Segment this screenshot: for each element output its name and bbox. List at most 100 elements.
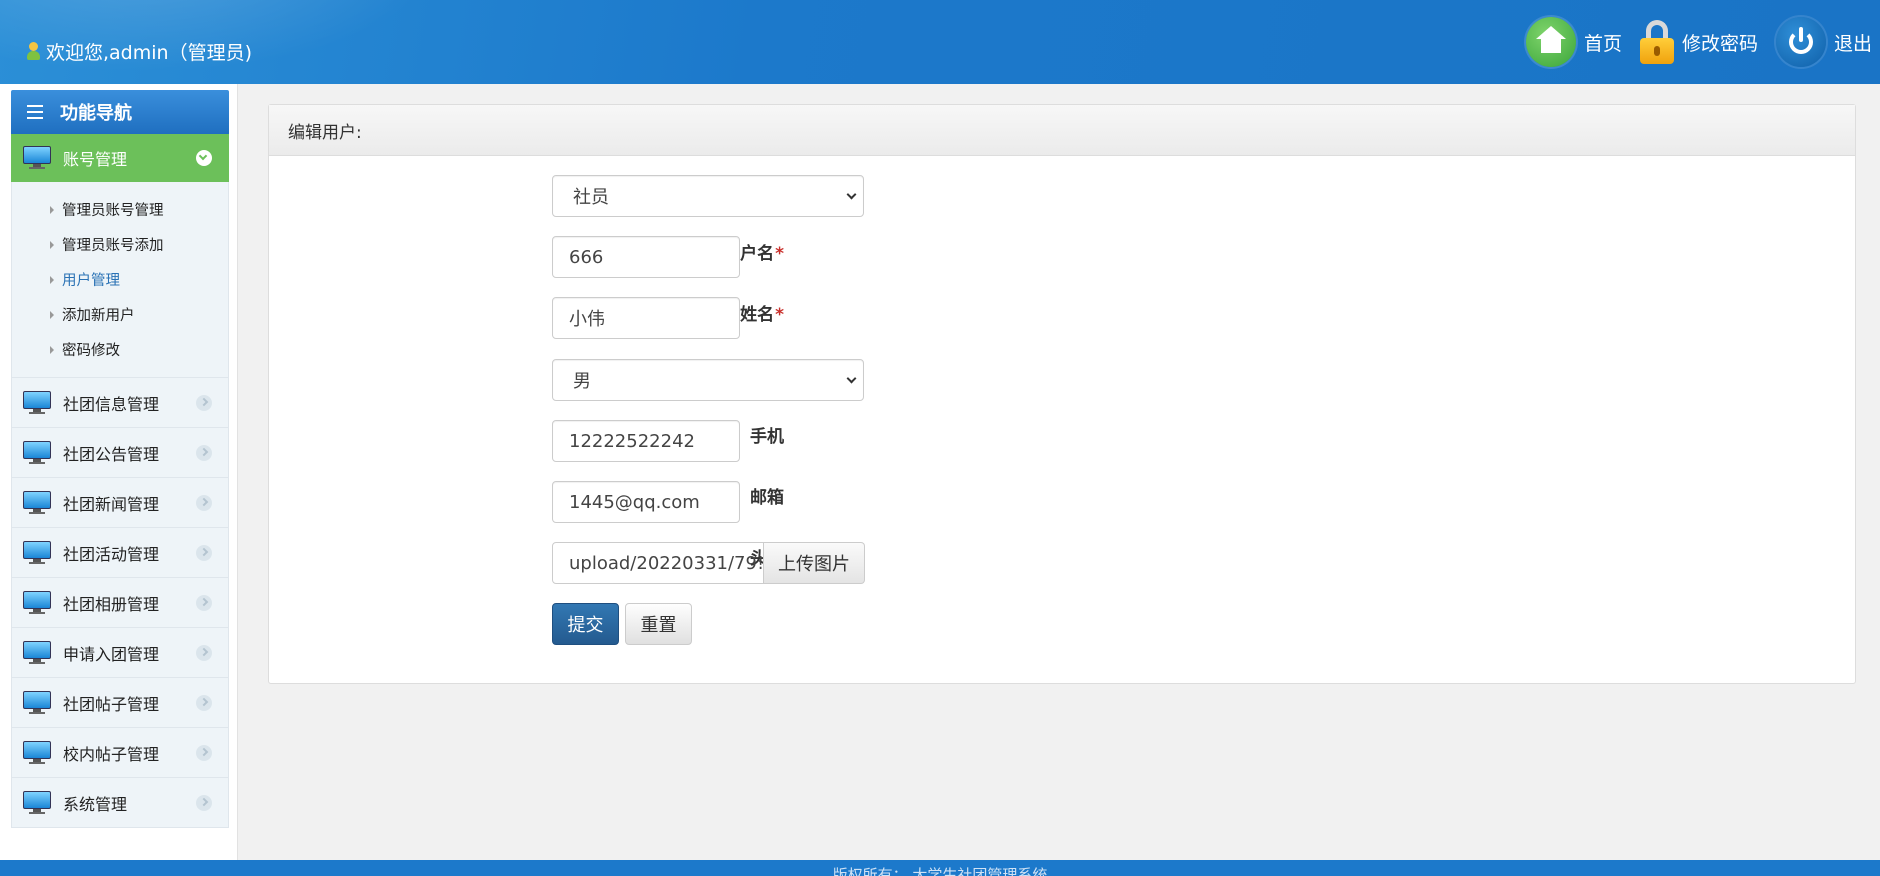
monitor-icon <box>23 390 51 415</box>
top-header: 欢迎您,admin（管理员) 首页 修改密码 退出 <box>0 0 1880 84</box>
footer: 版权所有： 大学生社团管理系统 <box>0 860 1880 876</box>
email-value: 1445@qq.com <box>569 491 700 513</box>
sidebar-item-change-password[interactable]: 密码修改 <box>12 332 228 367</box>
sidebar-item-add-admin[interactable]: 管理员账号添加 <box>12 227 228 262</box>
chevron-down-icon <box>846 373 857 384</box>
chevron-down-icon <box>846 189 857 200</box>
chevron-right-icon <box>196 544 212 561</box>
sidebar-group-label: 社团帖子管理 <box>63 694 160 714</box>
top-nav: 首页 修改密码 退出 <box>1508 14 1872 70</box>
footer-copyright: 版权所有： 大学生社团管理系统 <box>832 866 1048 876</box>
chevron-right-icon <box>196 644 212 661</box>
list-icon <box>27 105 43 119</box>
submit-button[interactable]: 提交 <box>552 603 619 645</box>
user-icon <box>26 42 40 60</box>
sidebar-group-club-notice[interactable]: 社团公告管理 <box>11 428 229 478</box>
sidebar-group-label: 社团信息管理 <box>63 394 160 414</box>
sidebar-group-label: 社团活动管理 <box>63 544 160 564</box>
reset-label: 重置 <box>640 615 677 636</box>
avatar-upload-group: upload/20220331/79! 上传图片 <box>552 542 865 584</box>
panel-title: 编辑用户: <box>269 105 1855 156</box>
monitor-icon <box>23 790 51 815</box>
chevron-right-icon <box>196 794 212 811</box>
monitor-icon <box>23 540 51 565</box>
change-password-link[interactable]: 修改密码 <box>1639 20 1758 64</box>
sidebar-group-join-request[interactable]: 申请入团管理 <box>11 628 229 678</box>
sidebar-group-campus-posts[interactable]: 校内帖子管理 <box>11 728 229 778</box>
home-label: 首页 <box>1583 32 1622 55</box>
chevron-right-icon <box>196 494 212 511</box>
role-select-value: 社员 <box>573 187 609 208</box>
sidebar-group-system[interactable]: 系统管理 <box>11 778 229 828</box>
sidebar-item-add-user[interactable]: 添加新用户 <box>12 297 228 332</box>
sidebar-title: 功能导航 <box>11 90 229 134</box>
role-select[interactable]: 社员 <box>552 175 864 217</box>
avatar-path-field[interactable]: upload/20220331/79! <box>552 542 764 584</box>
monitor-icon <box>23 740 51 765</box>
home-icon <box>1525 17 1576 67</box>
required-mark: * <box>775 305 784 325</box>
welcome-message: 欢迎您,admin（管理员) <box>26 36 252 66</box>
email-label: 邮箱 <box>750 488 784 508</box>
sidebar-group-label: 申请入团管理 <box>63 644 160 664</box>
monitor-icon <box>23 440 51 465</box>
gender-select-value: 男 <box>573 371 591 392</box>
chevron-right-icon <box>196 394 212 411</box>
submit-label: 提交 <box>567 615 604 636</box>
required-mark: * <box>775 244 784 264</box>
sidebar-title-text: 功能导航 <box>60 103 132 124</box>
chevron-right-icon <box>196 694 212 711</box>
monitor-icon <box>23 690 51 715</box>
sidebar-item-label: 添加新用户 <box>62 308 135 324</box>
sidebar-group-club-posts[interactable]: 社团帖子管理 <box>11 678 229 728</box>
sidebar-group-club-news[interactable]: 社团新闻管理 <box>11 478 229 528</box>
sidebar-group-label: 系统管理 <box>63 794 128 814</box>
upload-image-label: 上传图片 <box>778 554 850 575</box>
gender-select[interactable]: 男 <box>552 359 864 401</box>
sidebar-group-account[interactable]: 账号管理 <box>11 134 229 182</box>
home-link[interactable]: 首页 <box>1525 17 1622 67</box>
chevron-down-icon <box>196 149 212 166</box>
username-value: 666 <box>569 246 604 268</box>
sidebar-group-label: 账号管理 <box>63 149 128 169</box>
monitor-icon <box>23 490 51 515</box>
chevron-right-icon <box>196 744 212 761</box>
reset-button[interactable]: 重置 <box>625 603 692 645</box>
power-icon <box>1775 17 1826 67</box>
welcome-text: 欢迎您,admin（管理员) <box>46 41 252 64</box>
sidebar-item-label: 管理员账号添加 <box>62 238 164 254</box>
logout-link[interactable]: 退出 <box>1775 17 1872 67</box>
sidebar-group-club-activity[interactable]: 社团活动管理 <box>11 528 229 578</box>
sidebar-group-club-album[interactable]: 社团相册管理 <box>11 578 229 628</box>
avatar-path-value: upload/20220331/79! <box>569 552 764 574</box>
sidebar-item-user-management[interactable]: 用户管理 <box>12 262 228 297</box>
name-value: 小伟 <box>569 309 605 330</box>
username-field[interactable]: 666 <box>552 236 740 278</box>
account-submenu: 管理员账号管理 管理员账号添加 用户管理 添加新用户 密码修改 <box>11 182 229 378</box>
sidebar-group-label: 社团相册管理 <box>63 594 160 614</box>
sidebar-item-admin-accounts[interactable]: 管理员账号管理 <box>12 192 228 227</box>
monitor-icon <box>23 640 51 665</box>
monitor-icon <box>23 590 51 615</box>
sidebar-group-label: 社团公告管理 <box>63 444 160 464</box>
upload-image-button[interactable]: 上传图片 <box>764 542 865 584</box>
sidebar-item-label: 用户管理 <box>62 273 120 289</box>
chevron-right-icon <box>196 444 212 461</box>
sidebar-item-label: 管理员账号管理 <box>62 203 164 219</box>
change-password-label: 修改密码 <box>1681 32 1758 55</box>
phone-label: 手机 <box>750 427 784 447</box>
sidebar: 功能导航 账号管理 管理员账号管理 管理员账号添加 用户管理 添加新用户 密码修… <box>0 84 238 860</box>
name-field[interactable]: 小伟 <box>552 297 740 339</box>
email-field[interactable]: 1445@qq.com <box>552 481 740 523</box>
sidebar-group-label: 校内帖子管理 <box>63 744 160 764</box>
edit-user-panel: 编辑用户: 权限 社员 用户名* 666 姓名* 小伟 性别 男 手机 1222… <box>268 104 1856 684</box>
chevron-right-icon <box>196 594 212 611</box>
sidebar-item-label: 密码修改 <box>62 343 120 359</box>
phone-value: 12222522242 <box>569 430 695 452</box>
logout-label: 退出 <box>1833 32 1872 55</box>
monitor-icon <box>23 145 51 170</box>
sidebar-group-club-info[interactable]: 社团信息管理 <box>11 378 229 428</box>
name-label: 姓名* <box>740 305 784 325</box>
phone-field[interactable]: 12222522242 <box>552 420 740 462</box>
sidebar-group-label: 社团新闻管理 <box>63 494 160 514</box>
